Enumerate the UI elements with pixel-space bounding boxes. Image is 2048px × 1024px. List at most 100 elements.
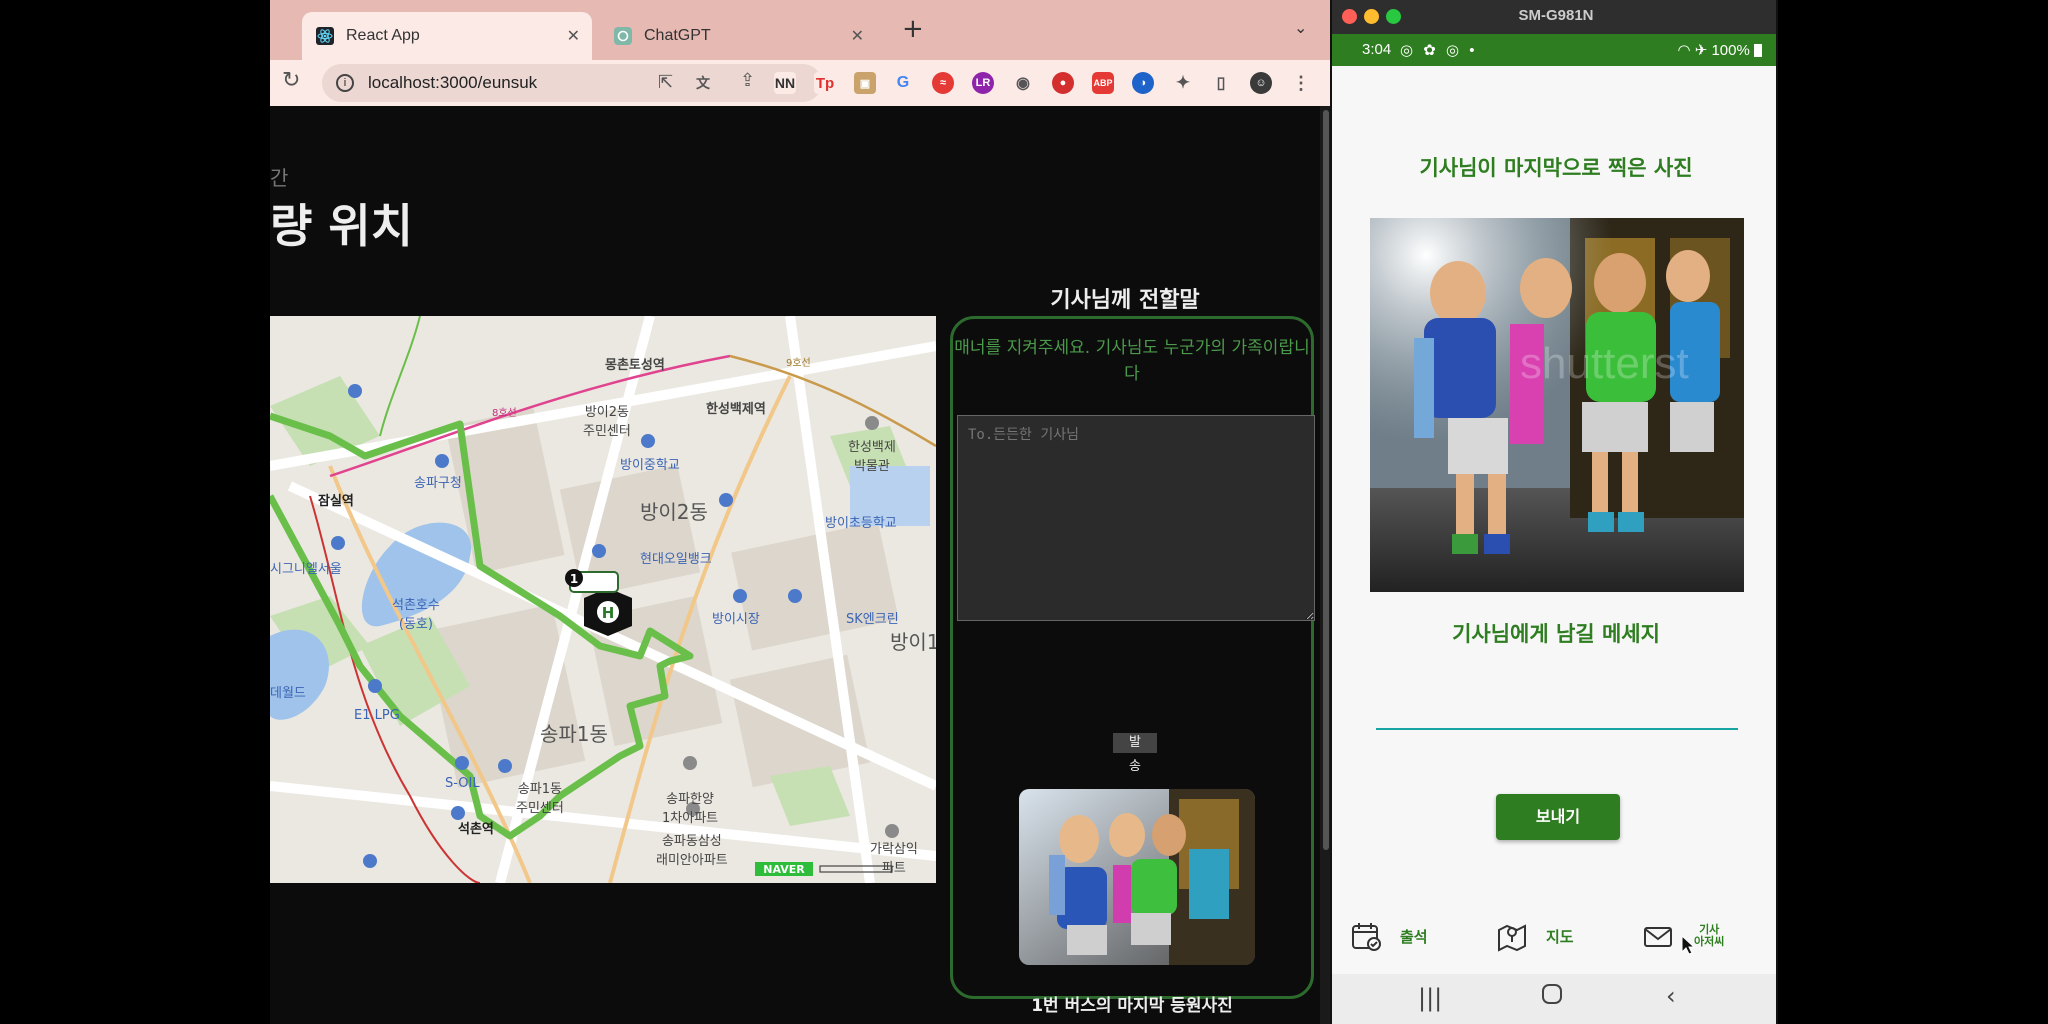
extension-tp-icon[interactable]: Tp [814,72,836,94]
send-button[interactable]: 발 [1113,733,1157,753]
extension-image-icon[interactable]: ▣ [854,72,876,94]
tab-label: ChatGPT [644,27,711,44]
tab-label: React App [346,27,420,44]
close-tab-icon[interactable]: ✕ [851,26,864,46]
nav-label-line2: 아저씨 [1694,935,1725,948]
page-subtitle: 간 [270,166,289,190]
scrollbar-thumb[interactable] [1323,110,1329,850]
map-label: 가락삼익 파트 [870,842,918,876]
open-in-app-icon[interactable]: ⇱ [658,72,673,93]
translate-icon[interactable]: 文 [696,73,710,93]
map-label: 석촌호수 (동호) [392,598,440,632]
profile-avatar-icon[interactable]: ☺ [1250,72,1272,94]
map-pin-icon [1498,924,1526,952]
react-icon [316,27,334,45]
side-panel-icon[interactable]: ▯ [1210,72,1232,94]
android-status-bar: 3:04 ◎ ✿ ◎ • ◠ ✈ 100% [1332,34,1776,66]
tab-chatgpt[interactable]: ChatGPT ✕ [600,12,876,60]
extension-purple-icon[interactable]: LR [972,72,994,94]
emulator-title: SM-G981N [1518,7,1594,24]
map-label: 송파구청 [414,476,462,491]
message-textarea[interactable] [957,415,1315,621]
status-notification-icons: ◎ ✿ ◎ • [1400,42,1478,59]
map-label: 한성백제역 [706,402,766,417]
nav-label: 지도 [1546,927,1574,946]
map-label: 방이2동 [640,500,708,524]
bus-number-label: 1 [570,572,578,586]
map-label: 몽촌토성역 [605,358,665,373]
share-icon[interactable]: ⇪ [740,70,755,91]
map-label: 방이중학교 [620,458,680,473]
app-screen: 기사님이 마지막으로 찍은 사진 shutterst 기사님에게 남길 메세지 … [1332,66,1776,974]
map-label: 데월드 [270,686,306,701]
nav-label: 출석 [1400,927,1428,946]
back-icon[interactable]: ‹ [1666,982,1676,1010]
reload-icon[interactable]: ↻ [282,68,300,93]
battery-percent: 100% [1711,42,1750,59]
bottom-navigation: 출석 지도 기사 아저씨 [1332,912,1776,974]
extension-blue-icon[interactable]: ◑ [1132,72,1154,94]
browser-window: React App ✕ ChatGPT ✕ + ⌄ ↻ i localhost:… [270,0,1332,1024]
map-label: 시그니엘서울 [270,562,342,577]
map-label: SK엔크린 [846,612,899,627]
photo-caption: 1번 버스의 마지막 등원사진 [1031,996,1233,1016]
message-heading: 기사님에게 남길 메세지 [1452,622,1660,646]
map-label: 9호선 [786,358,811,369]
tab-search-chevron-icon[interactable]: ⌄ [1294,18,1307,37]
map-label: 방이시장 [712,612,760,627]
map-label: 방이1 [890,630,936,654]
chatgpt-icon [614,27,632,45]
message-panel-heading: 기사님께 전할말 [1050,288,1200,313]
site-info-icon[interactable]: i [336,74,354,92]
nav-attendance[interactable]: 출석 [1350,920,1428,952]
tab-react-app[interactable]: React App ✕ [302,12,592,60]
android-navigation-bar: ||| ‹ [1332,974,1776,1024]
map-label: S-OIL [445,776,480,791]
send-button[interactable]: 보내기 [1496,794,1620,840]
extension-stop-icon[interactable]: ● [1052,72,1074,94]
home-icon[interactable] [1542,984,1562,1004]
extension-red-icon[interactable]: ≈ [932,72,954,94]
wifi-icon: ◠ [1677,42,1691,59]
last-dropoff-photo [1019,789,1255,965]
message-input[interactable] [1376,690,1738,730]
map-label: 현대오일뱅크 [640,552,712,567]
page-content: 간 량 위치 H 1 NAVER 몽촌토성역 한성백제역 방이2동 주민센터 방… [270,106,1320,1024]
mail-icon [1644,927,1672,947]
driver-last-photo: shutterst [1370,218,1744,592]
nav-map[interactable]: 지도 [1496,920,1574,952]
browser-menu-icon[interactable]: ⋮ [1290,72,1312,94]
route-map[interactable]: H 1 NAVER 몽촌토성역 한성백제역 방이2동 주민센터 방이중학교 한성… [270,316,936,883]
naver-logo: NAVER [763,863,805,876]
page-title: 량 위치 [270,199,413,253]
map-label: 석촌역 [458,822,494,837]
status-battery: ◠ ✈ 100% [1677,41,1762,59]
map-label: 한성백제 박물관 [848,440,896,474]
extensions-puzzle-icon[interactable]: ✦ [1172,72,1194,94]
extension-camera-icon[interactable]: ◉ [1012,72,1034,94]
map-label: 방이2동 주민센터 [583,405,631,439]
extension-nn-icon[interactable]: NN [774,72,796,94]
battery-icon [1754,44,1762,57]
mouse-cursor-icon [1681,934,1696,955]
address-bar[interactable]: i localhost:3000/eunsuk ⇱ 文 ⇪ ☆ [322,64,822,102]
map-label: 송파동삼성 래미안아파트 [656,834,728,868]
map-label: 8호선 [492,408,517,419]
map-label: 송파한양 1차아파트 [662,792,719,826]
new-tab-button[interactable]: + [902,14,924,44]
map-label: E1 LPG [354,708,400,723]
map-label: 송파1동 [540,722,608,746]
message-panel: 매너를 지켜주세요. 기사님도 누군가의 가족이랍니다 발 송 [950,316,1315,1016]
map-label: 방이초등학교 [825,516,897,531]
airplane-icon: ✈ [1694,42,1708,59]
recent-apps-icon[interactable]: ||| [1418,984,1442,1012]
phone-emulator-window: SM-G981N 3:04 ◎ ✿ ◎ • ◠ ✈ 100% 기사님이 마지막으… [1330,0,1778,1024]
nav-label: 기사 아저씨 [1694,924,1724,948]
adblock-icon[interactable]: ABP [1092,72,1114,94]
photo-heading: 기사님이 마지막으로 찍은 사진 [1419,156,1693,180]
hub-letter: H [602,604,615,622]
status-time: 3:04 [1362,41,1392,58]
calendar-check-icon [1352,923,1381,951]
close-tab-icon[interactable]: ✕ [567,26,580,46]
extension-google-translate-icon[interactable]: G [892,72,914,94]
